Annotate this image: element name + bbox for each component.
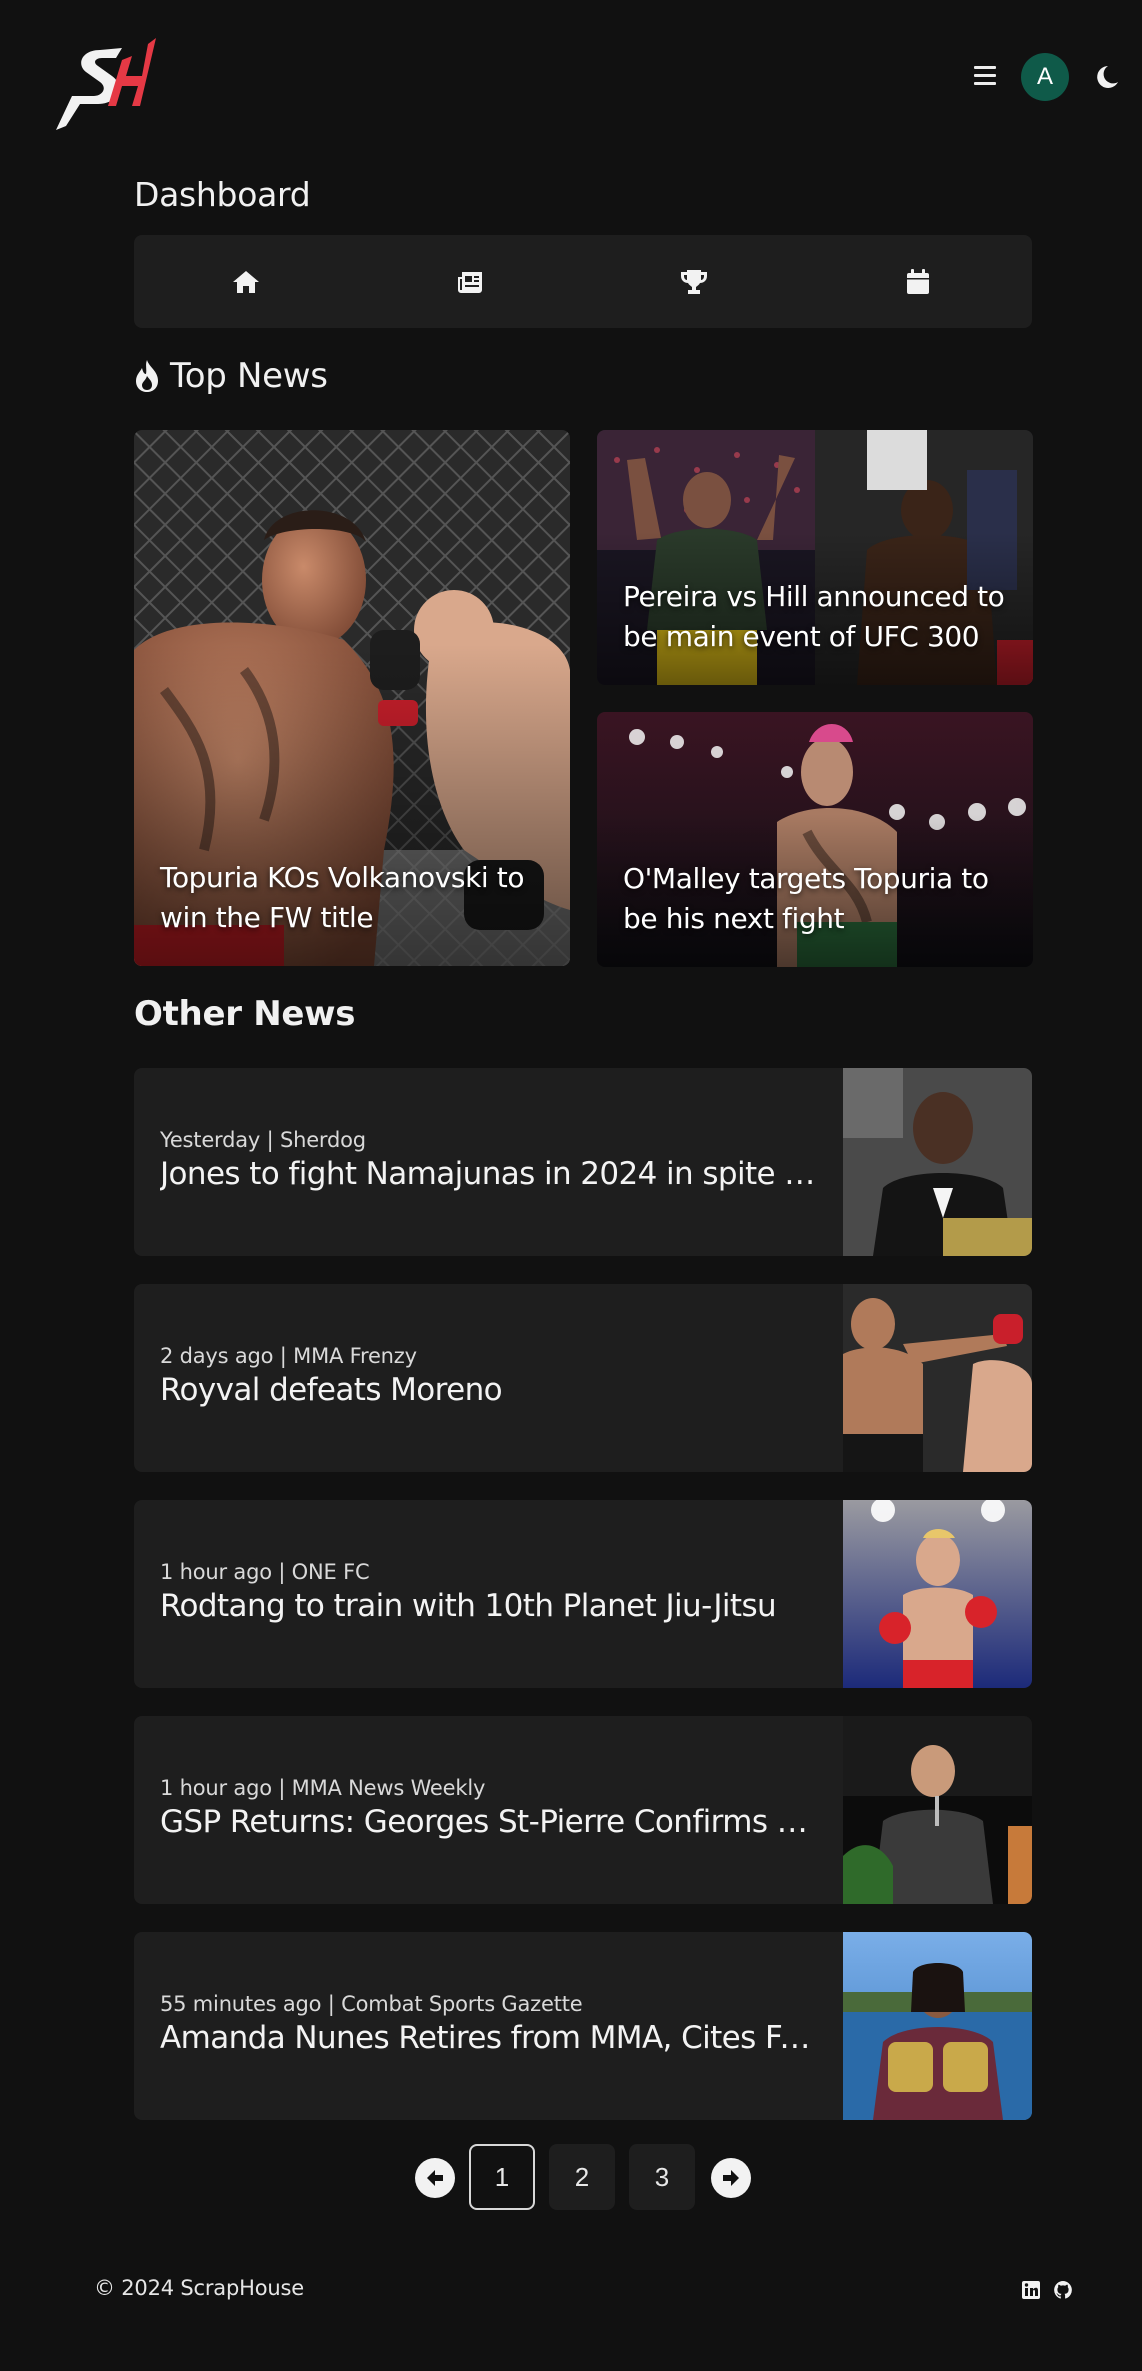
news-meta: 55 minutes ago | Combat Sports Gazette	[160, 1992, 583, 2016]
arrow-right-icon	[723, 2170, 739, 2186]
github-icon[interactable]	[1053, 2280, 1073, 2300]
arrow-left-icon	[427, 2170, 443, 2186]
trophy-icon	[681, 269, 707, 294]
news-thumbnail	[843, 1068, 1032, 1256]
user-avatar[interactable]: A	[1021, 53, 1069, 101]
menu-hamburger-icon[interactable]	[974, 66, 996, 86]
top-news-card[interactable]: Topuria KOs Volkanovski to win the FW ti…	[134, 430, 570, 966]
news-headline[interactable]: Rodtang to train with 10th Planet Jiu-Ji…	[160, 1588, 820, 1624]
news-thumbnail	[843, 1932, 1032, 2120]
news-list-item[interactable]: 1 hour ago | ONE FC Rodtang to train wit…	[134, 1500, 1032, 1688]
dashboard-nav-events[interactable]	[806, 235, 1030, 328]
news-list-item[interactable]: 2 days ago | MMA Frenzy Royval defeats M…	[134, 1284, 1032, 1472]
top-news-headline: Topuria KOs Volkanovski to win the FW ti…	[160, 861, 525, 934]
news-list-item[interactable]: Yesterday | Sherdog Jones to fight Namaj…	[134, 1068, 1032, 1256]
top-news-card[interactable]: Pereira vs Hill announced to be main eve…	[597, 430, 1033, 685]
footer-copyright: © 2024 ScrapHouse	[94, 2276, 304, 2300]
page-button-2[interactable]: 2	[549, 2144, 615, 2210]
news-list-item[interactable]: 1 hour ago | MMA News Weekly GSP Returns…	[134, 1716, 1032, 1904]
dashboard-nav-home[interactable]	[134, 235, 358, 328]
home-icon	[233, 270, 259, 293]
calendar-icon	[907, 268, 929, 294]
top-news-headline: O'Malley targets Topuria to be his next …	[623, 862, 989, 935]
news-meta: 1 hour ago | ONE FC	[160, 1560, 370, 1584]
top-news-title: Top News	[170, 356, 328, 396]
news-list-item[interactable]: 55 minutes ago | Combat Sports Gazette A…	[134, 1932, 1032, 2120]
news-thumbnail	[843, 1284, 1032, 1472]
other-news-title: Other News	[134, 994, 356, 1034]
next-page-button[interactable]	[711, 2158, 751, 2198]
scraphouse-logo[interactable]	[52, 30, 164, 134]
dashboard-nav	[134, 235, 1032, 328]
dashboard-title: Dashboard	[134, 175, 311, 214]
news-headline[interactable]: Royval defeats Moreno	[160, 1372, 820, 1408]
page-button-3[interactable]: 3	[629, 2144, 695, 2210]
news-meta: 1 hour ago | MMA News Weekly	[160, 1776, 486, 1800]
pagination: 1 2 3	[0, 2144, 1142, 2210]
fire-icon	[136, 360, 158, 392]
news-meta: Yesterday | Sherdog	[160, 1128, 366, 1152]
news-headline[interactable]: Amanda Nunes Retires from MMA, Cites Fam…	[160, 2020, 820, 2056]
site-header: A	[0, 0, 1142, 150]
prev-page-button[interactable]	[415, 2158, 455, 2198]
top-news-heading: Top News	[134, 356, 328, 396]
news-headline[interactable]: Jones to fight Namajunas in 2024 in spit…	[160, 1156, 820, 1192]
news-thumbnail	[843, 1500, 1032, 1688]
news-thumbnail	[843, 1716, 1032, 1904]
dashboard-nav-rankings[interactable]	[582, 235, 806, 328]
linkedin-icon[interactable]	[1021, 2280, 1041, 2300]
news-meta: 2 days ago | MMA Frenzy	[160, 1344, 417, 1368]
page-button-1[interactable]: 1	[469, 2144, 535, 2210]
newspaper-icon	[458, 271, 482, 293]
moon-icon[interactable]	[1092, 62, 1122, 92]
top-news-card[interactable]: O'Malley targets Topuria to be his next …	[597, 712, 1033, 967]
dashboard-nav-news[interactable]	[358, 235, 582, 328]
top-news-headline: Pereira vs Hill announced to be main eve…	[623, 580, 1005, 653]
news-headline[interactable]: GSP Returns: Georges St-Pierre Confirms …	[160, 1804, 820, 1840]
